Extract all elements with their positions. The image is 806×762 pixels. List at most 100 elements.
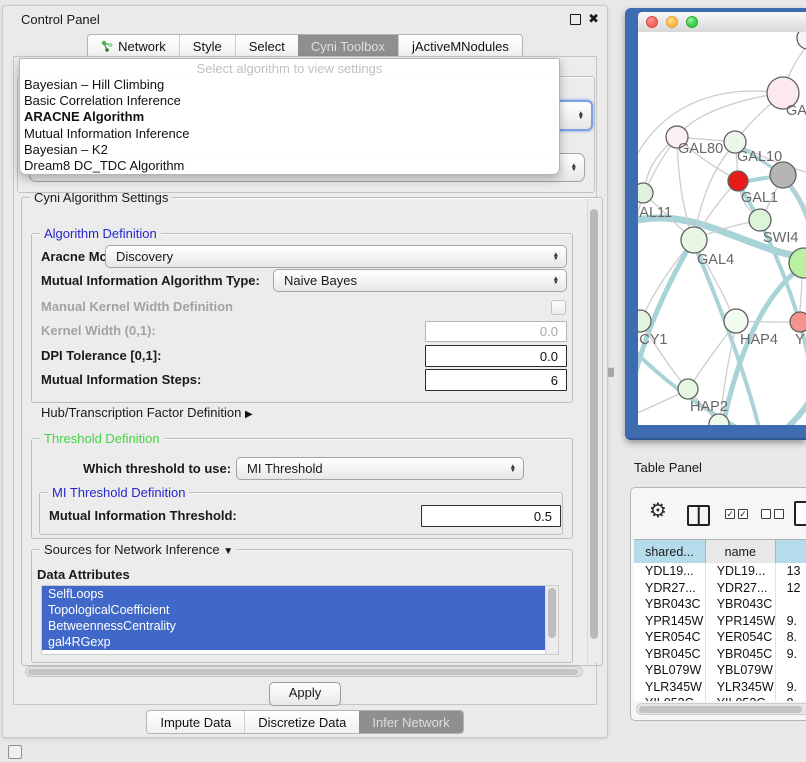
float-window-icon[interactable] xyxy=(570,14,581,25)
manual-kernel-checkbox[interactable] xyxy=(551,300,566,315)
attribute-item-selfloops[interactable]: SelfLoops xyxy=(42,586,545,602)
mi-threshold-input[interactable] xyxy=(421,505,561,527)
focused-combobox-fragment[interactable]: ▲▼ xyxy=(555,100,593,131)
sources-title: Sources for Network Inference xyxy=(44,542,220,557)
table-cell: 12 xyxy=(776,580,806,597)
table-cell xyxy=(776,662,806,679)
unchecked-boxes-icon[interactable] xyxy=(761,509,784,519)
network-node-gal11[interactable] xyxy=(638,183,653,203)
table-cell: 8. xyxy=(776,629,806,646)
settings-vertical-scrollbar[interactable] xyxy=(587,199,600,662)
table-row[interactable]: YBR045CYBR045C9. xyxy=(634,646,806,663)
table-row[interactable]: YPR145WYPR145W9. xyxy=(634,613,806,630)
attributes-scrollbar-thumb[interactable] xyxy=(548,588,556,638)
zoom-window-icon[interactable] xyxy=(686,16,698,28)
network-node-hap4[interactable] xyxy=(724,309,748,333)
document-icon[interactable] xyxy=(794,501,806,526)
combo-arrows-icon: ▲▼ xyxy=(571,163,577,171)
mi-threshold-definition-label: MI Threshold Definition xyxy=(48,485,189,500)
network-node-hap2[interactable] xyxy=(678,379,698,399)
mi-type-value: Naive Bayes xyxy=(284,273,357,288)
attributes-scrollbar[interactable] xyxy=(545,586,558,654)
hub-definition-toggle[interactable]: Hub/Transcription Factor Definition ▶ xyxy=(41,402,253,426)
attribute-item-betweennesscentrality[interactable]: BetweennessCentrality xyxy=(42,618,545,634)
network-node-y[interactable] xyxy=(790,312,806,332)
column-header-2[interactable] xyxy=(776,540,806,563)
close-window-icon[interactable] xyxy=(646,16,658,28)
panel-title: Control Panel xyxy=(21,12,100,27)
table-cell: 9. xyxy=(776,695,806,701)
table-row[interactable]: YDL19...YDL19...13 xyxy=(634,563,806,580)
network-node-gal4[interactable] xyxy=(681,227,707,253)
algorithm-option-dream8-dc-tdc-algorithm[interactable]: Dream8 DC_TDC Algorithm xyxy=(20,158,559,174)
table-cell: YDL19... xyxy=(706,563,776,580)
network-edge xyxy=(638,91,783,185)
table-row[interactable]: YBL079WYBL079W xyxy=(634,662,806,679)
sources-group-label: Sources for Network Inference ▼ xyxy=(40,542,237,557)
tab-impute-data[interactable]: Impute Data xyxy=(147,711,244,733)
attribute-item-gal4rgexp[interactable]: gal4RGexp xyxy=(42,634,545,650)
collapse-down-icon[interactable]: ▼ xyxy=(223,546,233,557)
tab-cyni-toolbox[interactable]: Cyni Toolbox xyxy=(298,35,398,57)
table-row[interactable]: YDR27...YDR27...12 xyxy=(634,580,806,597)
algorithm-option-bayesian-k2[interactable]: Bayesian – K2 xyxy=(20,142,559,158)
node-label-hap4: HAP4 xyxy=(740,332,778,348)
checkbox-checked-icon: ✓ xyxy=(738,509,748,519)
mi-threshold-label: Mutual Information Threshold: xyxy=(49,505,237,527)
tab-label: Cyni Toolbox xyxy=(311,39,385,54)
checkbox-checked-icon: ✓ xyxy=(725,509,735,519)
kernel-width-input[interactable] xyxy=(425,321,567,342)
algorithm-option-bayesian-hill-climbing[interactable]: Bayesian – Hill Climbing xyxy=(20,77,559,93)
apply-button[interactable]: Apply xyxy=(269,682,341,706)
expand-right-icon[interactable]: ▶ xyxy=(245,409,253,420)
table-row[interactable]: YLR345WYLR345W9. xyxy=(634,679,806,696)
node-label-gal80: GAL80 xyxy=(678,141,723,157)
settings-vertical-scrollbar-thumb[interactable] xyxy=(590,209,598,639)
tab-infer-network[interactable]: Infer Network xyxy=(359,711,462,733)
settings-horizontal-scrollbar[interactable] xyxy=(25,666,583,677)
column-header-shared[interactable]: shared... xyxy=(634,540,706,563)
mi-steps-input[interactable] xyxy=(425,369,567,391)
tab-jactivemnodules[interactable]: jActiveMNodules xyxy=(398,35,522,57)
settings-horizontal-scrollbar-thumb[interactable] xyxy=(28,669,578,675)
table-row[interactable]: YBR043CYBR043C xyxy=(634,596,806,613)
combo-arrows-icon: ▲▼ xyxy=(510,464,516,472)
column-header-name[interactable]: name xyxy=(706,540,776,563)
node-label-gal: GAL xyxy=(786,103,806,119)
algorithm-option-aracne-algorithm[interactable]: ARACNE Algorithm xyxy=(20,109,559,125)
combo-arrows-icon: ▲▼ xyxy=(553,276,559,284)
network-node[interactable] xyxy=(797,32,806,49)
combo-arrows-icon: ▲▼ xyxy=(578,111,584,119)
algorithm-option-basic-correlation-inference[interactable]: Basic Correlation Inference xyxy=(20,93,559,109)
splitter-handle[interactable] xyxy=(608,367,614,377)
aracne-mode-combobox[interactable]: Discovery ▲▼ xyxy=(105,245,567,268)
mi-type-combobox[interactable]: Naive Bayes ▲▼ xyxy=(273,269,567,292)
tab-network[interactable]: Network xyxy=(88,35,179,57)
checked-boxes-icon[interactable]: ✓ ✓ xyxy=(725,509,748,519)
tab-style[interactable]: Style xyxy=(179,35,235,57)
dpi-tolerance-label: DPI Tolerance [0,1]: xyxy=(41,345,161,367)
table-cell: YLR345W xyxy=(706,679,776,696)
table-row[interactable]: YER054CYER054C8. xyxy=(634,629,806,646)
node-label-swi4: SWI4 xyxy=(763,230,798,246)
algorithm-option-mutual-information-inference[interactable]: Mutual Information Inference xyxy=(20,126,559,142)
tab-select[interactable]: Select xyxy=(235,35,298,57)
table-row[interactable]: YIL052CYIL052C9. xyxy=(634,695,806,701)
attribute-item-topologicalcoefficient[interactable]: TopologicalCoefficient xyxy=(42,602,545,618)
network-node-swi4[interactable] xyxy=(749,209,771,231)
which-threshold-combobox[interactable]: MI Threshold ▲▼ xyxy=(236,457,524,480)
close-icon[interactable]: ✖ xyxy=(588,11,599,27)
network-node-gal1[interactable] xyxy=(728,171,748,191)
table-horizontal-scrollbar-thumb[interactable] xyxy=(639,706,802,713)
tab-discretize-data[interactable]: Discretize Data xyxy=(244,711,359,733)
collapsed-panel-icon[interactable] xyxy=(8,745,22,759)
table-panel-window: ⚙ ✓ ✓ shared...name YDL19...YDL19...13YD… xyxy=(630,487,806,721)
split-columns-icon[interactable] xyxy=(687,505,710,526)
kernel-width-label: Kernel Width (0,1): xyxy=(41,320,156,342)
minimize-window-icon[interactable] xyxy=(666,16,678,28)
dpi-tolerance-input[interactable] xyxy=(425,345,567,367)
table-cell: YBR045C xyxy=(706,646,776,663)
gear-icon[interactable]: ⚙ xyxy=(649,500,667,522)
table-horizontal-scrollbar[interactable] xyxy=(636,703,806,715)
network-node[interactable] xyxy=(770,162,796,188)
